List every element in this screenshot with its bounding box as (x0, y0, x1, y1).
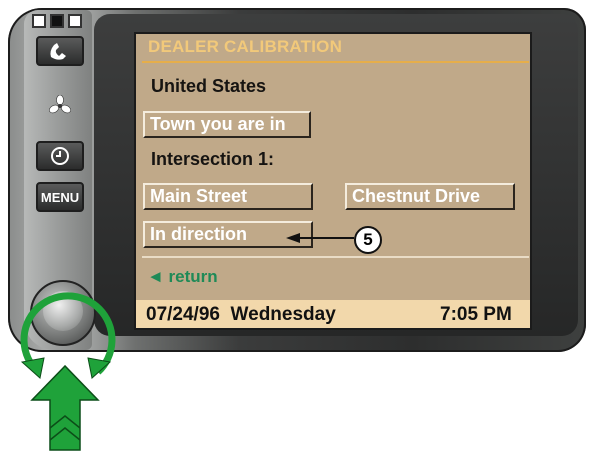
menu-button[interactable]: MENU (36, 182, 84, 212)
street-1-field[interactable]: Main Street (143, 183, 313, 210)
intersection-label: Intersection 1: (151, 149, 275, 169)
indicator-square-3 (68, 14, 82, 28)
indicator-square-1 (32, 14, 46, 28)
callout-arrow-icon (286, 233, 354, 243)
return-link[interactable]: ◄ return (147, 267, 218, 287)
rotate-left-arrow-icon (20, 357, 45, 379)
clock-icon (51, 147, 69, 165)
phone-icon (50, 43, 66, 60)
callout-number: 5 (354, 226, 382, 254)
indicator-square-2 (50, 14, 64, 28)
status-day: Wednesday (230, 304, 336, 325)
country-label: United States (151, 76, 267, 96)
status-date: 07/24/96 (146, 304, 220, 325)
screen-divider (142, 256, 529, 258)
status-date-day: 07/24/96 Wednesday (146, 304, 336, 326)
town-button[interactable]: Town you are in (143, 111, 311, 138)
title-divider (142, 61, 529, 63)
street-2-field[interactable]: Chestnut Drive (345, 183, 515, 210)
push-arrow-icon (30, 364, 100, 451)
status-time: 7:05 PM (440, 304, 512, 325)
phone-button[interactable] (36, 36, 84, 66)
rotate-push-indicator (20, 292, 116, 451)
rotate-right-arrow-icon (87, 357, 112, 379)
clock-button[interactable] (36, 141, 84, 171)
fan-icon (46, 92, 74, 120)
screen-title: DEALER CALIBRATION (148, 37, 343, 56)
